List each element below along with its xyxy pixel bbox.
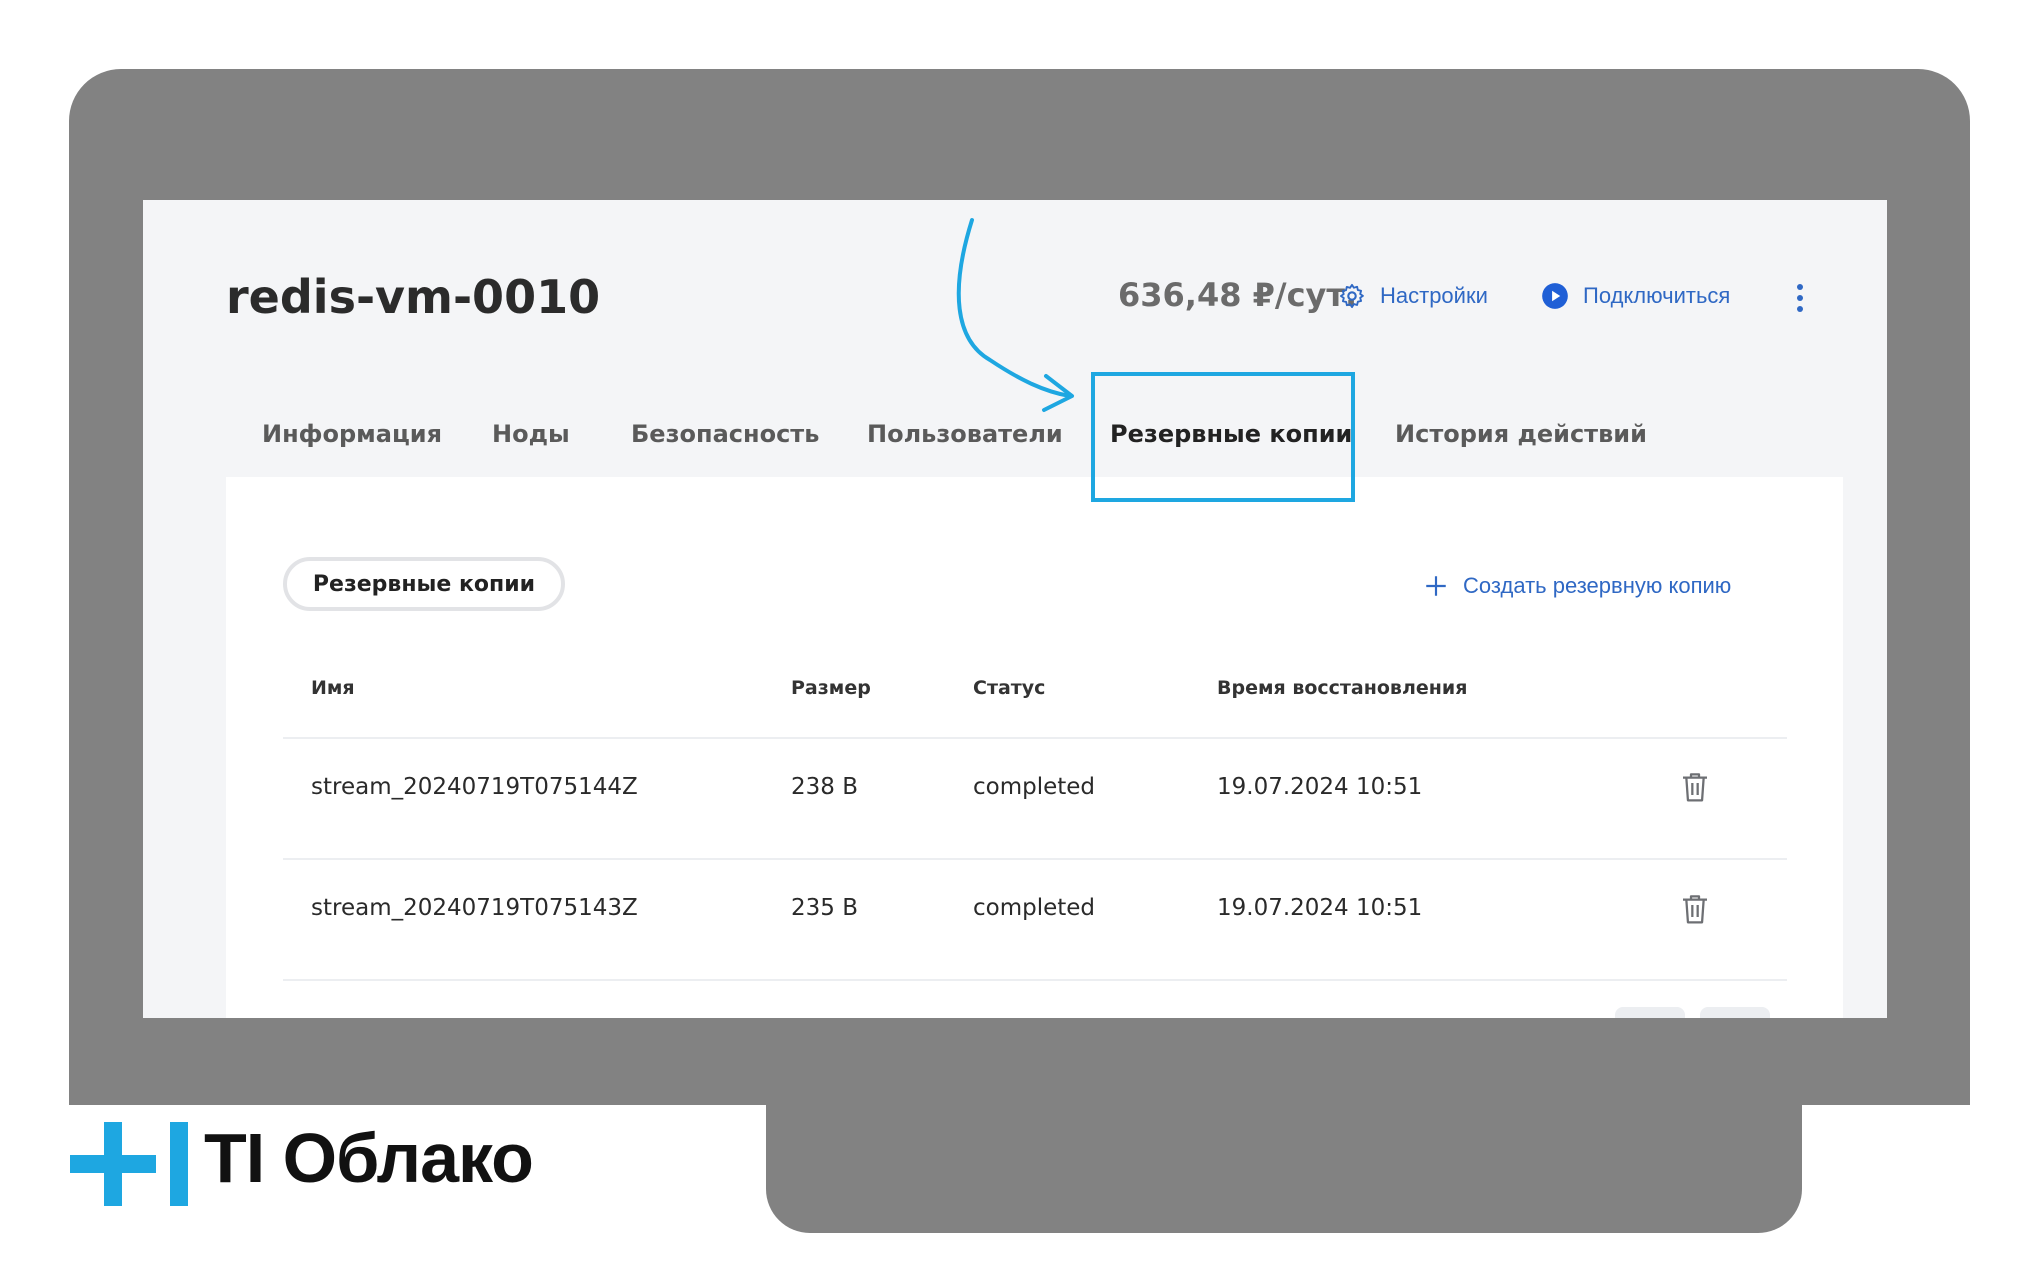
pagination-button[interactable] (1615, 1007, 1685, 1018)
column-header-status: Статус (973, 677, 1046, 699)
column-header-restore-time: Время восстановления (1217, 677, 1468, 699)
frame-bottom (766, 1035, 1802, 1233)
corner-notch (1802, 1105, 2028, 1268)
play-circle-icon (1542, 283, 1568, 309)
row-divider (283, 858, 1787, 860)
create-backup-label: Создать резервную копию (1463, 573, 1732, 598)
daily-price: 636,48 ₽/сут. (1118, 276, 1358, 314)
tab-history[interactable]: История действий (1395, 420, 1647, 448)
pagination-button[interactable] (1700, 1007, 1770, 1018)
backup-status: completed (973, 774, 1096, 800)
brand-logo-mark (70, 1122, 188, 1206)
backup-size: 235 B (791, 895, 858, 921)
tab-security[interactable]: Безопасность (631, 420, 819, 448)
brand-name: TI Облако (204, 1119, 534, 1197)
column-header-size: Размер (791, 677, 871, 699)
backups-section-pill[interactable]: Резервные копии (283, 557, 565, 611)
create-backup-button[interactable]: Создать резервную копию (1423, 573, 1731, 599)
tab-nodes[interactable]: Ноды (492, 420, 570, 448)
header-divider (283, 737, 1787, 739)
frame-fill (69, 1035, 766, 1105)
row-divider (283, 979, 1787, 981)
trash-icon[interactable] (1679, 891, 1711, 927)
kebab-menu-icon[interactable] (1790, 282, 1810, 314)
trash-icon[interactable] (1679, 769, 1711, 805)
active-tab-highlight (1091, 372, 1355, 502)
tab-bar: Информация Ноды Безопасность Пользовател… (143, 420, 1887, 460)
service-page: redis-vm-0010 636,48 ₽/сут. Настройки По… (143, 200, 1887, 1018)
backup-name: stream_20240719T075144Z (311, 774, 638, 800)
backups-panel: Резервные копии Создать резервную копию … (226, 477, 1843, 1018)
backup-restore-time: 19.07.2024 10:51 (1217, 895, 1423, 921)
gear-icon (1339, 283, 1364, 309)
connect-link[interactable]: Подключиться (1541, 282, 1730, 310)
connect-label: Подключиться (1583, 283, 1731, 308)
backup-name: stream_20240719T075143Z (311, 895, 638, 921)
settings-label: Настройки (1380, 283, 1488, 308)
settings-link[interactable]: Настройки (1338, 282, 1488, 310)
tab-users[interactable]: Пользователи (867, 420, 1063, 448)
backup-size: 238 B (791, 774, 858, 800)
column-header-name: Имя (311, 677, 355, 699)
plus-icon (1426, 576, 1446, 596)
tab-info[interactable]: Информация (262, 420, 442, 448)
backup-status: completed (973, 895, 1096, 921)
frame-fill (1802, 1035, 1970, 1105)
page-title: redis-vm-0010 (226, 270, 601, 324)
backup-restore-time: 19.07.2024 10:51 (1217, 774, 1423, 800)
